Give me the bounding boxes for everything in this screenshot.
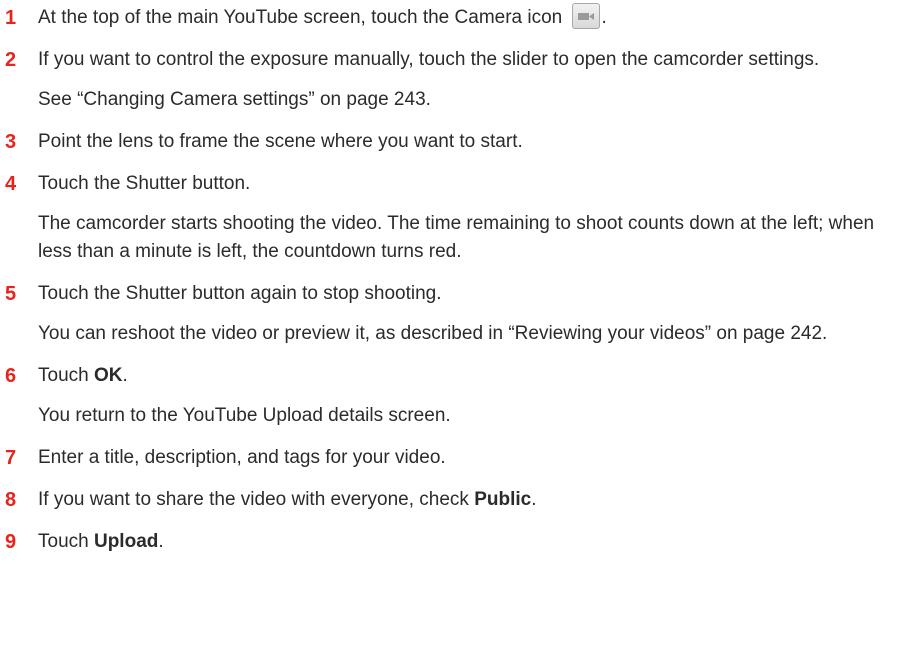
step-4: 4 Touch the Shutter button. The camcorde… — [0, 170, 917, 266]
step-text: At the top of the main YouTube screen, t… — [38, 2, 907, 32]
step-note: See “Changing Camera settings” on page 2… — [38, 89, 431, 110]
step-text: Enter a title, description, and tags for… — [38, 447, 446, 468]
step-text: If you want to control the exposure manu… — [38, 49, 820, 70]
step-text-after: . — [531, 489, 537, 510]
step-number: 3 — [5, 131, 17, 153]
instruction-page: 1 At the top of the main YouTube screen,… — [0, 0, 917, 663]
public-label: Public — [474, 489, 532, 510]
step-text-before: Touch — [38, 531, 94, 552]
step-text-before: Touch — [38, 365, 94, 386]
step-note: The camcorder starts shooting the video.… — [38, 213, 875, 262]
step-text-after: . — [122, 365, 128, 386]
step-1: 1 At the top of the main YouTube screen,… — [0, 2, 917, 32]
step-5: 5 Touch the Shutter button again to stop… — [0, 280, 917, 348]
step-text: Point the lens to frame the scene where … — [38, 131, 523, 152]
camera-icon — [571, 2, 600, 29]
step-note: You return to the YouTube Upload details… — [38, 405, 451, 426]
step-number: 4 — [5, 173, 17, 195]
upload-label: Upload — [93, 531, 159, 552]
step-8: 8 If you want to share the video with ev… — [0, 486, 917, 514]
step-text-after: . — [158, 531, 164, 552]
step-9: 9 Touch Upload. — [0, 528, 917, 556]
step-text-after: . — [601, 7, 607, 28]
step-2: 2 If you want to control the exposure ma… — [0, 46, 917, 114]
ok-label: OK — [93, 365, 123, 386]
step-text: Touch OK. — [38, 362, 907, 390]
step-number: 9 — [5, 531, 17, 553]
step-text: If you want to share the video with ever… — [38, 486, 907, 514]
step-text-before: If you want to share the video with ever… — [38, 489, 475, 510]
step-number: 8 — [5, 489, 17, 511]
step-3: 3 Point the lens to frame the scene wher… — [0, 128, 917, 156]
step-text-before: At the top of the main YouTube screen, t… — [38, 7, 563, 28]
step-text: Touch the Shutter button again to stop s… — [38, 283, 442, 304]
step-text: Touch Upload. — [38, 528, 907, 556]
step-number: 7 — [5, 447, 17, 469]
step-note: You can reshoot the video or preview it,… — [38, 323, 828, 344]
step-number: 6 — [5, 365, 17, 387]
step-number: 2 — [5, 49, 17, 71]
step-7: 7 Enter a title, description, and tags f… — [0, 444, 917, 472]
step-number: 5 — [5, 283, 17, 305]
step-text: Touch the Shutter button. — [38, 173, 251, 194]
step-number: 1 — [5, 7, 17, 29]
step-6: 6 Touch OK. You return to the YouTube Up… — [0, 362, 917, 430]
